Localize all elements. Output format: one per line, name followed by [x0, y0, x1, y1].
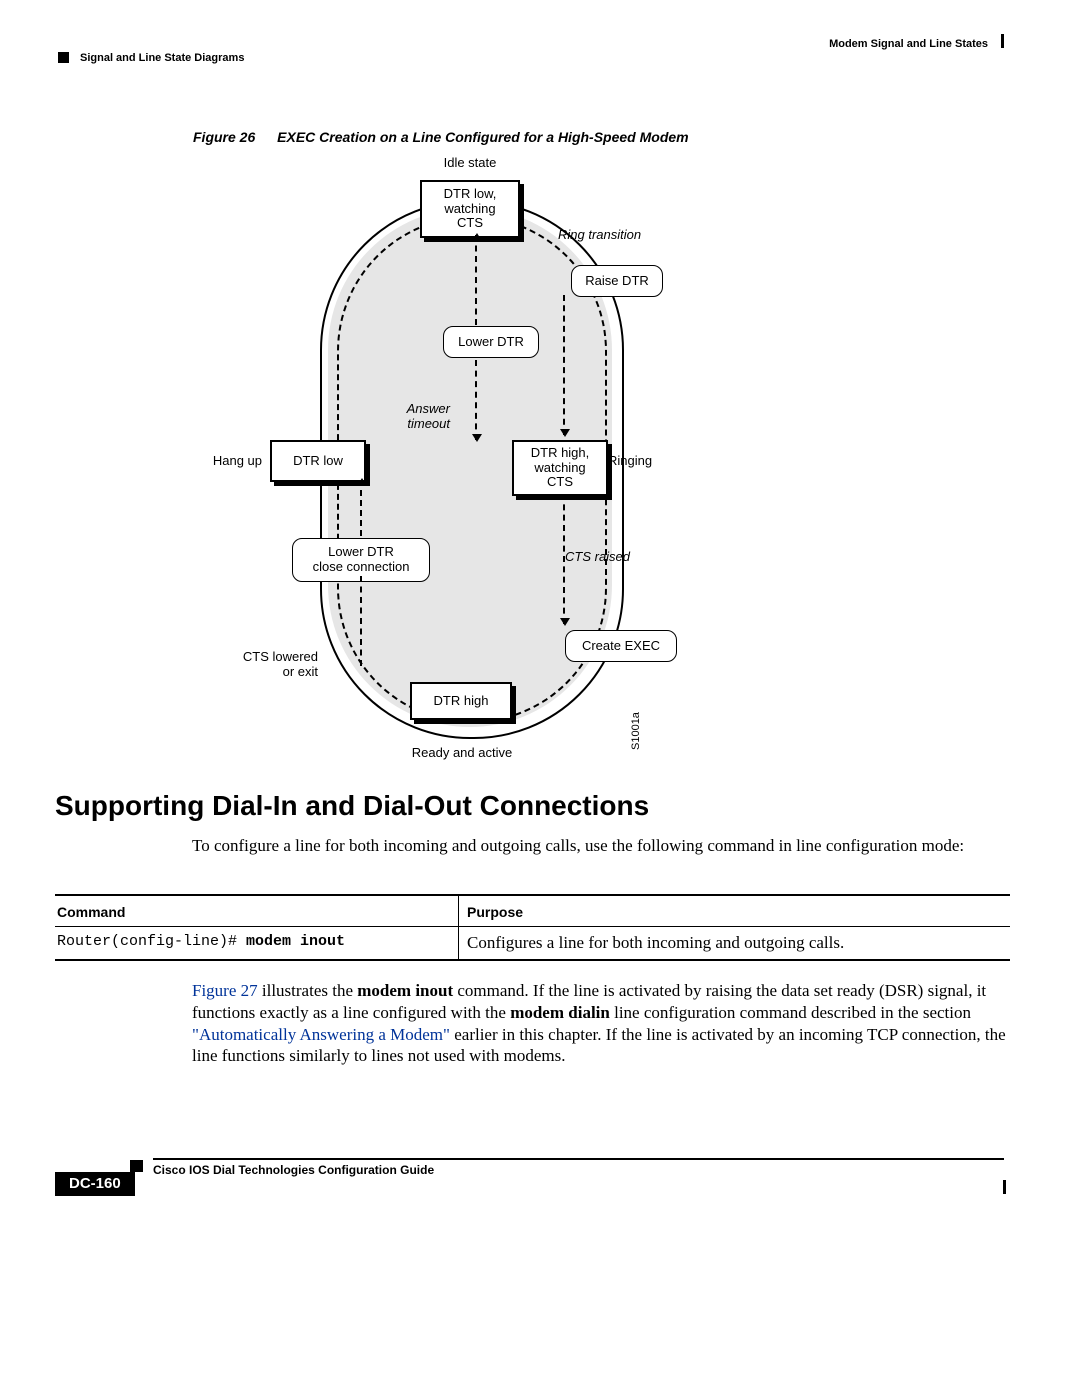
state-active: DTR high — [410, 682, 512, 720]
label-ringing: Ringing — [608, 454, 652, 469]
action-create-exec: Create EXEC — [565, 630, 677, 662]
body-paragraph: Figure 27 illustrates the modem inout co… — [192, 980, 1010, 1067]
label-idle-state: Idle state — [390, 156, 550, 171]
figure-number: Figure 26 — [193, 129, 255, 145]
label-cts-lowered: CTS lowered or exit — [210, 650, 318, 680]
state-idle: DTR low, watching CTS — [420, 180, 520, 238]
footer-rule — [153, 1158, 1004, 1160]
footer-guide-title: Cisco IOS Dial Technologies Configuratio… — [153, 1163, 434, 1177]
table-cell-command: Router(config-line)# modem inout — [55, 927, 458, 959]
label-hang-up: Hang up — [194, 454, 262, 469]
header-section: Signal and Line State Diagrams — [80, 52, 244, 64]
table-header-command: Command — [55, 896, 458, 926]
header-chapter: Modem Signal and Line States — [829, 38, 988, 50]
table-header-purpose: Purpose — [459, 896, 1010, 926]
footer-page-number: DC-160 — [55, 1172, 135, 1196]
figure-title: EXEC Creation on a Line Configured for a… — [277, 129, 688, 145]
section-heading: Supporting Dial-In and Dial-Out Connecti… — [55, 790, 649, 822]
figure-link[interactable]: Figure 27 — [192, 981, 258, 1000]
figure-caption: Figure 26 EXEC Creation on a Line Config… — [193, 129, 689, 145]
action-raise-dtr: Raise DTR — [571, 265, 663, 297]
label-cts-raised: CTS raised — [565, 550, 630, 565]
label-answer-timeout: Answer timeout — [350, 402, 450, 432]
figure-image-code: S1001a — [630, 712, 642, 750]
intro-paragraph: To configure a line for both incoming an… — [192, 835, 1010, 857]
table-row: Router(config-line)# modem inout Configu… — [55, 927, 1010, 959]
arrow-to-hangup — [360, 480, 362, 536]
state-diagram: Idle state DTR low, watching CTS Ring tr… — [200, 150, 840, 770]
label-ring-transition: Ring transition — [558, 228, 641, 243]
arrow-cts-raised — [563, 494, 565, 624]
header-bullet-icon — [58, 52, 69, 63]
arrow-answer-timeout — [475, 360, 477, 440]
line-from-active-left — [360, 576, 362, 666]
action-lower-dtr: Lower DTR — [443, 326, 539, 358]
section-link[interactable]: "Automatically Answering a Modem" — [192, 1025, 450, 1044]
arrow-to-ringing — [563, 295, 565, 435]
table-cell-purpose: Configures a line for both incoming and … — [459, 927, 1010, 959]
arrow-lower-dtr — [475, 235, 477, 325]
command-table: Command Purpose Router(config-line)# mod… — [55, 894, 1010, 961]
footer-accent-bar — [1003, 1180, 1006, 1194]
state-ringing: DTR high, watching CTS — [512, 440, 608, 496]
label-ready-active: Ready and active — [372, 746, 552, 761]
footer-accent-stub — [130, 1160, 143, 1172]
state-hang-up: DTR low — [270, 440, 366, 482]
header-accent-bar — [1001, 34, 1004, 48]
